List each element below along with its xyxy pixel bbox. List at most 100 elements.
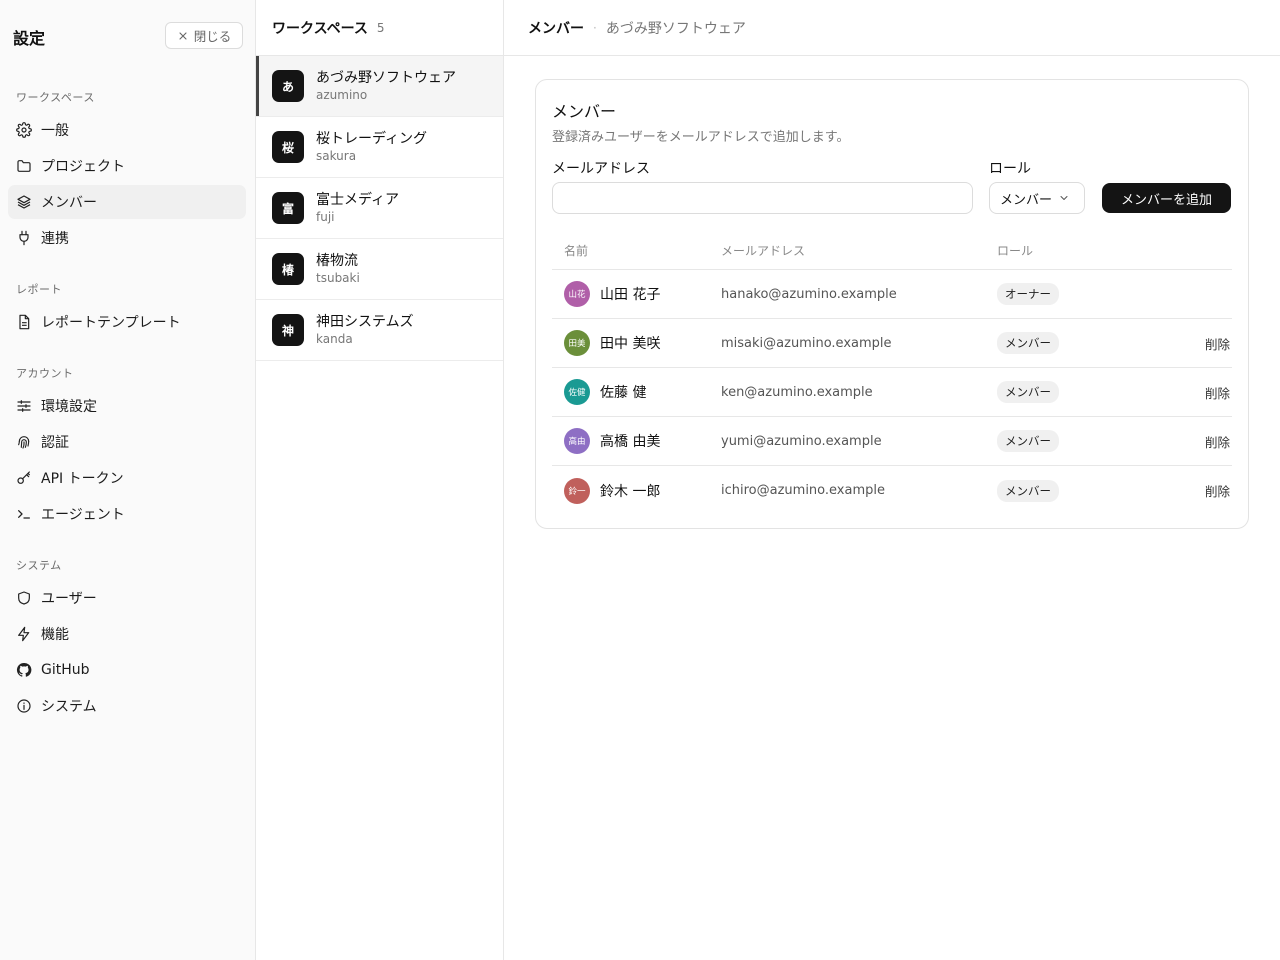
sidebar-item-system[interactable]: システム <box>8 689 246 723</box>
zap-icon <box>18 626 30 642</box>
member-name-cell: 高由 高橋 由美 <box>552 428 721 454</box>
gear-icon <box>16 122 32 138</box>
workspace-list-panel: ワークスペース 5 あ あづみ野ソフトウェア azumino 桜 桜トレーディン… <box>256 0 504 960</box>
workspace-avatar: 椿 <box>272 253 304 285</box>
member-role-cell: メンバー <box>997 332 1157 354</box>
sidebar-item-label: レポートテンプレート <box>41 315 181 331</box>
sidebar-item-projects[interactable]: プロジェクト <box>8 149 246 183</box>
sidebar-title: 設定 <box>13 29 46 48</box>
workspace-slug: sakura <box>316 149 357 163</box>
settings-sidebar: 設定 閉じる ワークスペース 一般 プロジェクト メンバー 連携 レポート レポ… <box>0 0 256 960</box>
workspace-avatar: 神 <box>272 314 304 346</box>
workspace-name: あづみ野ソフトウェア <box>316 70 456 86</box>
workspace-list-title: ワークスペース <box>272 20 368 37</box>
shield-icon <box>18 591 30 605</box>
members-table: 名前 メールアドレス ロール 山花 山田 花子 hanako@azumino.e… <box>552 232 1232 515</box>
workspace-name: 椿物流 <box>316 253 358 269</box>
member-email: ken@azumino.example <box>721 384 873 400</box>
chevron-down-icon <box>1060 196 1068 200</box>
member-name: 山田 花子 <box>600 287 661 303</box>
remove-member-button[interactable]: 削除 <box>1205 435 1230 450</box>
close-button[interactable]: 閉じる <box>165 22 243 49</box>
sidebar-item-label: 認証 <box>41 435 69 451</box>
table-row: 田美 田中 美咲 misaki@azumino.example メンバー 削除 <box>552 319 1232 368</box>
breadcrumb-current: メンバー <box>528 20 584 37</box>
table-row: 佐健 佐藤 健 ken@azumino.example メンバー 削除 <box>552 368 1232 417</box>
member-role-cell: メンバー <box>997 479 1157 502</box>
sidebar-item-agents[interactable]: エージェント <box>8 497 246 531</box>
sidebar-item-label: 一般 <box>41 123 69 139</box>
breadcrumb-workspace: あづみ野ソフトウェア <box>605 20 746 37</box>
member-email: ichiro@azumino.example <box>721 483 885 498</box>
sidebar-item-label: ユーザー <box>41 591 97 607</box>
sidebar-item-api-tokens[interactable]: API トークン <box>8 461 246 495</box>
sidebar-item-github[interactable]: GitHub <box>8 653 246 687</box>
sidebar-item-members[interactable]: メンバー <box>8 185 246 219</box>
workspace-item-kanda[interactable]: 神 神田システムズ kanda <box>256 300 503 361</box>
sidebar-item-users[interactable]: ユーザー <box>8 581 246 615</box>
breadcrumb: メンバー · あづみ野ソフトウェア <box>504 0 1280 56</box>
sidebar-item-features[interactable]: 機能 <box>8 617 246 651</box>
role-select[interactable]: メンバー <box>989 182 1085 214</box>
table-header: 名前 メールアドレス ロール <box>552 232 1232 270</box>
sidebar-item-label: API トークン <box>41 471 124 487</box>
workspace-item-tsubaki[interactable]: 椿 椿物流 tsubaki <box>256 239 503 300</box>
add-member-button[interactable]: メンバーを追加 <box>1102 183 1231 213</box>
key-icon <box>17 471 30 484</box>
layers-icon <box>17 195 31 209</box>
workspace-slug: azumino <box>316 88 368 102</box>
sidebar-item-authentication[interactable]: 認証 <box>8 425 246 459</box>
member-name-cell: 鈴一 鈴木 一郎 <box>552 477 721 504</box>
workspace-slug: fuji <box>316 210 335 224</box>
github-icon <box>16 662 32 677</box>
workspace-item-azumino[interactable]: あ あづみ野ソフトウェア azumino <box>256 56 503 117</box>
sidebar-item-report-templates[interactable]: レポートテンプレート <box>8 305 246 339</box>
email-field-label: メールアドレス <box>552 161 650 177</box>
sidebar-item-label: システム <box>41 699 97 715</box>
role-badge: メンバー <box>997 381 1059 403</box>
workspace-list-header: ワークスペース 5 <box>256 0 503 56</box>
workspace-slug: kanda <box>316 332 353 346</box>
remove-member-button[interactable]: 削除 <box>1205 337 1230 352</box>
workspace-avatar: 富 <box>272 192 304 224</box>
close-button-label: 閉じる <box>193 29 232 44</box>
column-header-email: メールアドレス <box>721 244 806 258</box>
member-email: hanako@azumino.example <box>721 286 897 302</box>
column-header-name: 名前 <box>564 244 589 258</box>
remove-member-button[interactable]: 削除 <box>1205 386 1230 401</box>
member-role-cell: メンバー <box>997 430 1157 452</box>
workspace-name: 神田システムズ <box>316 314 414 330</box>
member-name: 佐藤 健 <box>600 385 647 401</box>
remove-member-button[interactable]: 削除 <box>1205 484 1230 499</box>
member-email: misaki@azumino.example <box>721 335 892 351</box>
avatar: 田美 <box>564 330 590 356</box>
role-badge: メンバー <box>997 332 1059 354</box>
document-icon <box>19 314 30 330</box>
sliders-icon <box>17 400 31 412</box>
sidebar-item-general[interactable]: 一般 <box>8 113 246 147</box>
sidebar-section-system: システム <box>16 559 62 572</box>
workspace-avatar: あ <box>272 70 304 102</box>
members-card: メンバー 登録済みユーザーをメールアドレスで追加します。 メールアドレス ロール… <box>535 79 1249 529</box>
role-badge: メンバー <box>997 430 1059 452</box>
member-role-cell: メンバー <box>997 381 1157 403</box>
member-action-cell: 削除 <box>1157 432 1232 451</box>
email-field[interactable] <box>552 182 973 214</box>
workspace-text: 神田システムズ kanda <box>316 313 414 347</box>
folder-icon <box>17 160 31 172</box>
sidebar-item-label: GitHub <box>41 662 90 678</box>
sidebar-item-label: メンバー <box>41 195 97 211</box>
sidebar-item-integrations[interactable]: 連携 <box>8 221 246 255</box>
member-name-cell: 田美 田中 美咲 <box>552 330 721 356</box>
avatar: 佐健 <box>564 379 590 405</box>
member-name: 高橋 由美 <box>600 434 661 450</box>
plug-icon <box>19 230 29 246</box>
sidebar-item-label: 連携 <box>41 231 69 247</box>
workspace-item-sakura[interactable]: 桜 桜トレーディング sakura <box>256 117 503 178</box>
table-row: 鈴一 鈴木 一郎 ichiro@azumino.example メンバー 削除 <box>552 466 1232 515</box>
table-row: 山花 山田 花子 hanako@azumino.example オーナー <box>552 270 1232 319</box>
sidebar-item-preferences[interactable]: 環境設定 <box>8 389 246 423</box>
member-email: yumi@azumino.example <box>721 433 882 449</box>
workspace-item-fuji[interactable]: 富 富士メディア fuji <box>256 178 503 239</box>
members-card-title: メンバー <box>552 102 617 121</box>
